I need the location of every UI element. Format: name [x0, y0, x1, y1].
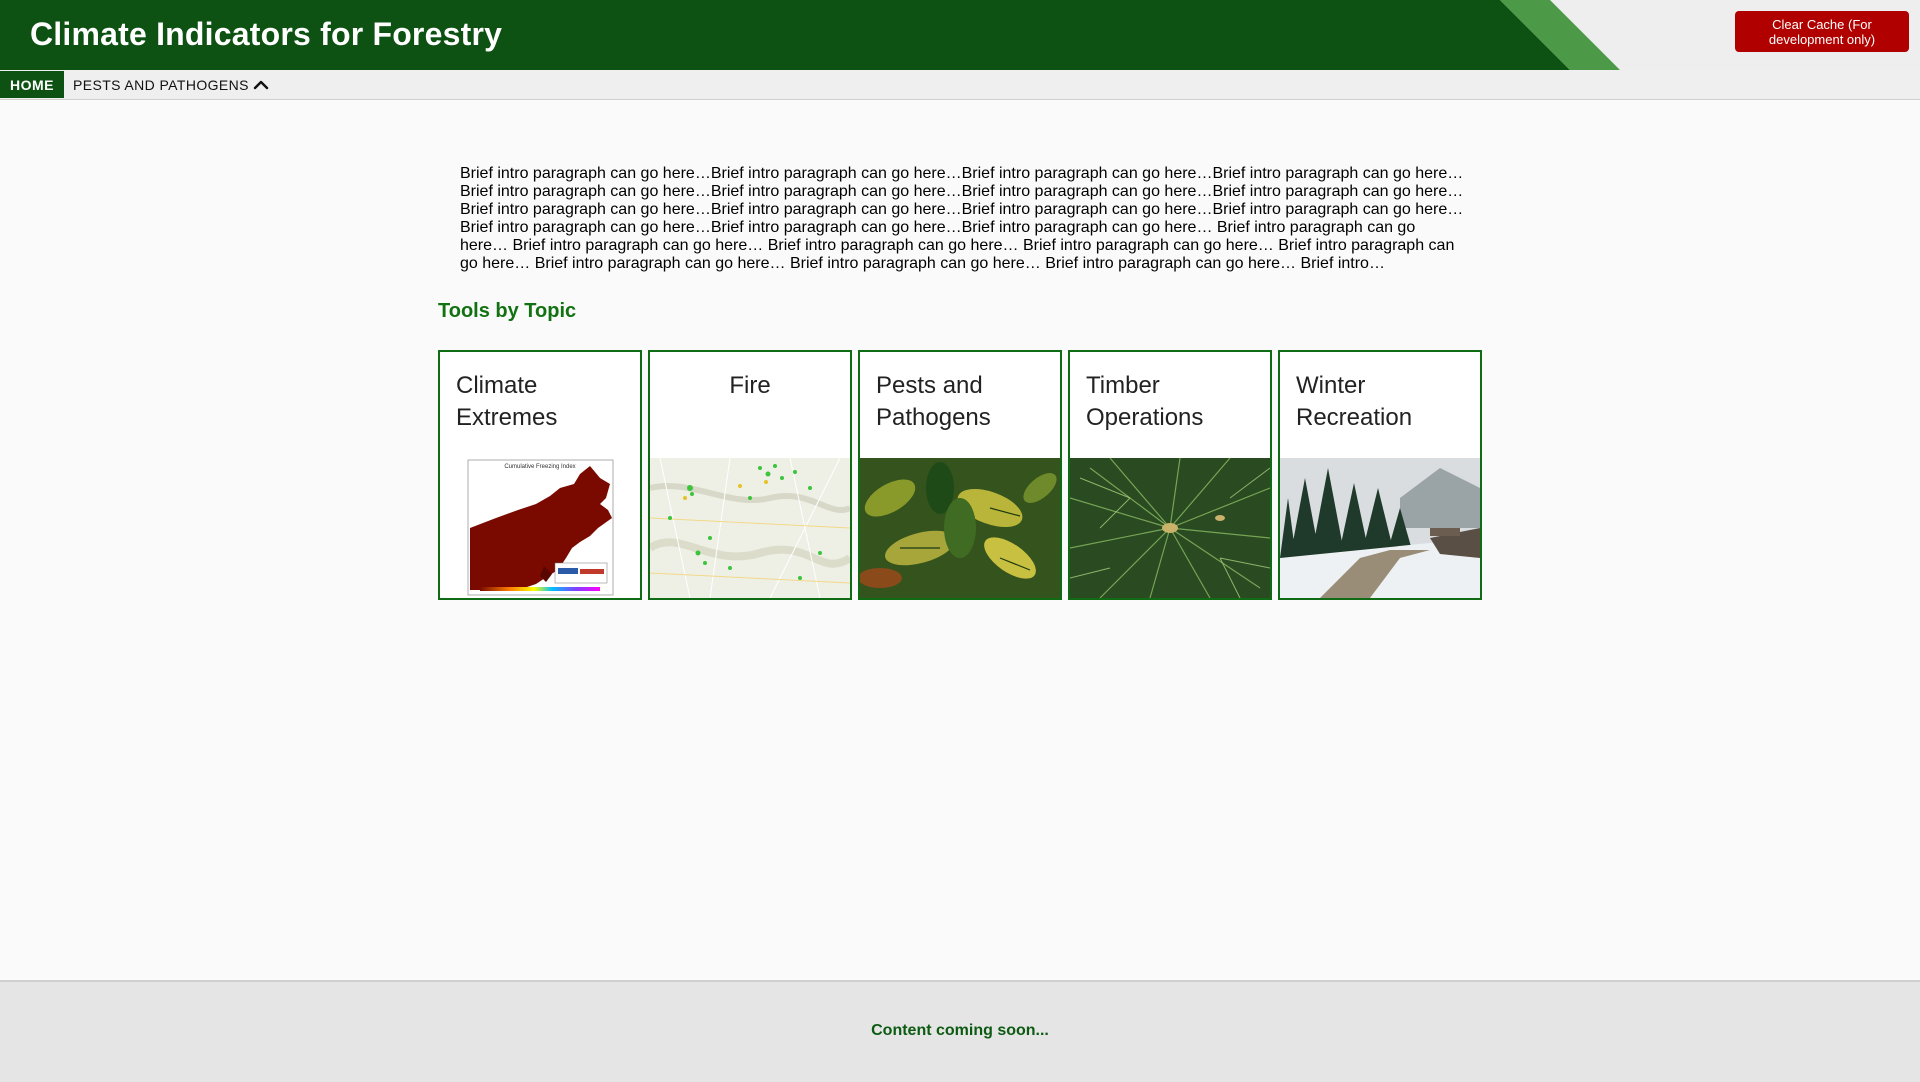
clear-cache-button[interactable]: Clear Cache (For development only) [1735, 11, 1909, 52]
nav-home-label: HOME [10, 76, 54, 93]
tool-card-timber-operations[interactable]: Timber Operations [1068, 350, 1272, 600]
intro-paragraph: Brief intro paragraph can go here…Brief … [460, 165, 1464, 272]
nav-home[interactable]: HOME [0, 71, 64, 98]
card-title: Winter Recreation [1296, 372, 1413, 431]
site-title[interactable]: Climate Indicators for Forestry [30, 16, 502, 53]
snowy-forest-road-photo [1280, 458, 1480, 598]
tool-card-climate-extremes[interactable]: Climate Extremes Cumulative Freezing Ind… [438, 350, 642, 600]
fire-weather-station-map [650, 458, 850, 598]
map-caption: Cumulative Freezing Index [504, 464, 575, 470]
tool-card-fire[interactable]: Fire [648, 350, 852, 600]
main-nav: HOME PESTS AND PATHOGENS [0, 70, 1920, 100]
footer-message: Content coming soon... [871, 1022, 1049, 1039]
card-title: Pests and Pathogens [876, 372, 991, 431]
pine-needles-photo [1070, 458, 1270, 598]
nav-pests-label: PESTS AND PATHOGENS [73, 76, 249, 93]
nav-pests-and-pathogens[interactable]: PESTS AND PATHOGENS [73, 71, 269, 98]
card-title: Timber Operations [1086, 372, 1204, 431]
site-header: Climate Indicators for Forestry Clear Ca… [0, 0, 1920, 70]
card-title: Climate Extremes [456, 372, 558, 431]
chevron-up-icon [253, 80, 269, 89]
tool-card-pests-and-pathogens[interactable]: Pests and Pathogens [858, 350, 1062, 600]
page-footer: Content coming soon... [0, 980, 1920, 1082]
tool-card-winter-recreation[interactable]: Winter Recreation [1278, 350, 1482, 600]
beech-leaves-photo [860, 458, 1060, 598]
card-title: Fire [729, 372, 771, 399]
cumulative-freezing-index-map: Cumulative Freezing Index [440, 458, 640, 598]
tools-section-title: Tools by Topic [438, 300, 577, 322]
